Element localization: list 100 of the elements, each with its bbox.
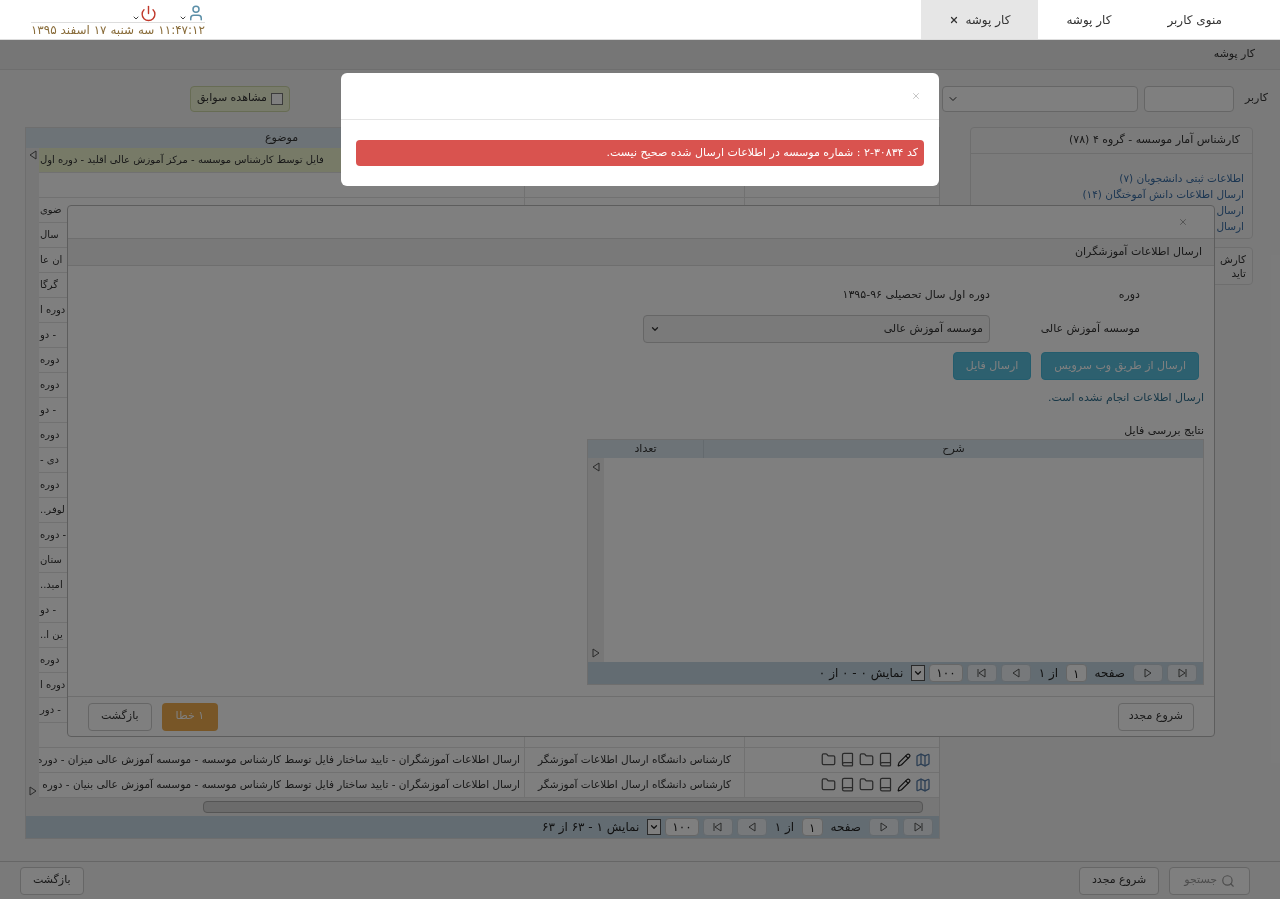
- institution-select[interactable]: موسسه آموزش عالی: [643, 315, 990, 343]
- table-cell-text: سال: [40, 228, 59, 243]
- close-icon[interactable]: [949, 14, 960, 25]
- table-cell-text: گرگا: [40, 278, 59, 293]
- previous-page-icon: [1143, 668, 1153, 678]
- records-summary: نمایش ۱ - ۶۳ از ۶۳: [542, 819, 640, 837]
- page-count: از ۱: [1038, 665, 1059, 682]
- sidebar-link[interactable]: ارسال: [1216, 202, 1244, 218]
- reset-button[interactable]: شروع مجدد: [1078, 866, 1160, 895]
- user-select[interactable]: [942, 85, 1138, 112]
- breadcrumb: کار پوشه: [1213, 46, 1255, 63]
- caret-icon: [650, 324, 660, 334]
- scroll-down-icon: [591, 648, 601, 658]
- reset-button[interactable]: شروع مجدد: [1117, 702, 1194, 731]
- folder-icon[interactable]: [859, 777, 874, 793]
- field-label: موسسه آموزش عالی: [1039, 320, 1140, 337]
- table-cell-text: - دوره: [40, 528, 67, 543]
- scroll-down-icon: [27, 786, 38, 797]
- folder-icon[interactable]: [821, 777, 836, 793]
- power-button[interactable]: [132, 4, 157, 22]
- previous-page-button[interactable]: [1133, 664, 1163, 682]
- map-icon[interactable]: [915, 776, 931, 793]
- user-menu-button[interactable]: [179, 4, 205, 22]
- vertical-scrollbar[interactable]: [26, 147, 39, 799]
- user-label: کاربر: [1243, 90, 1268, 107]
- last-page-button[interactable]: [966, 664, 997, 682]
- panel-title: کارشناس آمار موسسه - گروه ۴ (۷۸): [971, 128, 1252, 154]
- table-cell-text: دوره ا: [40, 678, 66, 693]
- sidebar-link[interactable]: ارسال اطلاعات دانش آموختگان (۱۴): [1082, 186, 1244, 202]
- page-count: از ۱: [774, 819, 795, 837]
- table-cell-text: ستان: [40, 553, 62, 568]
- panel-text: تاید: [1231, 266, 1246, 280]
- edit-icon[interactable]: [897, 777, 911, 792]
- table-row[interactable]: کارشناس دانشگاه ارسال اطلاعات آموزشگر ارسال اطلاعات آموزشگران - تایید ساختار فایل توسط کارشناس موسسه - موسسه آموزش عالی بنیان - دوره: [39, 772, 939, 798]
- first-page-icon: [1177, 668, 1187, 678]
- page-size-caret-icon: [911, 665, 926, 681]
- results-title: نتایج بررسی فایل: [1124, 422, 1204, 439]
- previous-page-button[interactable]: [869, 818, 899, 837]
- power-icon: [140, 4, 157, 22]
- dialog-title: ارسال اطلاعات آموزشگران: [1075, 243, 1202, 260]
- next-page-icon: [1010, 668, 1021, 678]
- table-cell-text: دوره: [40, 653, 60, 668]
- nav-tab[interactable]: کار پوشه: [921, 0, 1039, 39]
- table-cell-text: - دو: [40, 328, 57, 343]
- scroll-up-icon: [27, 149, 38, 160]
- table-cell-text: دوره: [40, 428, 60, 443]
- back-button[interactable]: بازگشت: [20, 866, 84, 895]
- caret-icon: [179, 14, 187, 22]
- next-page-icon: [746, 822, 757, 833]
- last-page-button[interactable]: [702, 818, 733, 837]
- table-cell-text: ین ا..: [40, 628, 63, 643]
- book-icon[interactable]: [840, 777, 855, 793]
- horizontal-scrollbar[interactable]: [26, 798, 939, 817]
- page-input[interactable]: ۱: [802, 818, 823, 837]
- date-time: ۱۱:۴۷:۱۲ سه شنبه ۱۷ اسفند ۱۳۹۵: [30, 22, 205, 37]
- last-page-icon: [976, 668, 987, 678]
- column-header[interactable]: تعداد: [588, 440, 703, 458]
- error-alert: کد ۳۰۸۳۴-۲ : شماره موسسه در اطلاعات ارسال شده صحیح نیست.: [356, 140, 924, 166]
- sidebar-link[interactable]: ارسال: [1216, 218, 1244, 234]
- previous-page-icon: [879, 822, 889, 833]
- next-page-button[interactable]: [736, 818, 767, 837]
- page-size-select[interactable]: ۱۰۰: [929, 664, 963, 682]
- field-label: دوره: [1117, 286, 1140, 303]
- column-header[interactable]: شرح: [703, 440, 1203, 458]
- checkbox[interactable]: [271, 92, 283, 105]
- table-cell-text: دی -: [40, 453, 60, 468]
- table-cell-text: ان عا: [40, 253, 63, 268]
- scroll-thumb[interactable]: [203, 801, 923, 814]
- search-icon: [1221, 873, 1235, 888]
- user-input[interactable]: [1144, 85, 1234, 112]
- edit-icon[interactable]: [897, 752, 911, 767]
- history-checkbox[interactable]: مشاهده سوابق: [189, 85, 290, 112]
- sidebar-link[interactable]: اطلاعات ثبتی دانشجویان (۷): [1119, 170, 1244, 186]
- table-cell: کارشناس دانشگاه ارسال اطلاعات آموزشگر: [538, 777, 731, 793]
- map-icon[interactable]: [915, 751, 931, 768]
- next-page-button[interactable]: [1000, 664, 1031, 682]
- folder-icon[interactable]: [821, 752, 836, 768]
- table-cell-text: - دو: [40, 603, 57, 618]
- table-cell-text: - دو: [40, 403, 57, 418]
- table-cell-text: - دور: [40, 703, 61, 718]
- page-size-select[interactable]: ۱۰۰: [665, 818, 699, 837]
- table-cell: ارسال اطلاعات آموزشگران - تایید ساختار فایل توسط کارشناس موسسه - موسسه آموزش عالی بنیان - دوره: [42, 777, 520, 793]
- table-cell-text: دوره: [40, 353, 60, 368]
- first-page-button[interactable]: [1167, 664, 1197, 682]
- first-page-icon: [913, 822, 923, 833]
- folder-icon[interactable]: [859, 752, 874, 768]
- table-cell: فایل توسط کارشناس موسسه - مرکز آموزش عالی اقلید - دوره اول: [40, 152, 324, 168]
- book-icon[interactable]: [878, 777, 893, 793]
- page-input[interactable]: ۱: [1066, 664, 1087, 682]
- back-button[interactable]: بازگشت: [88, 702, 152, 731]
- book-icon[interactable]: [878, 752, 893, 768]
- page-label: صفحه: [1094, 665, 1125, 682]
- user-icon: [187, 4, 205, 22]
- vertical-scrollbar[interactable]: [588, 458, 604, 662]
- table-cell-text: ضوی: [40, 203, 62, 218]
- book-icon[interactable]: [840, 752, 855, 768]
- table-cell-text: امید..: [40, 578, 63, 593]
- first-page-button[interactable]: [903, 818, 933, 837]
- table-cell-text: لوفر..: [40, 503, 65, 518]
- table-cell-text: دوره ا: [40, 303, 66, 318]
